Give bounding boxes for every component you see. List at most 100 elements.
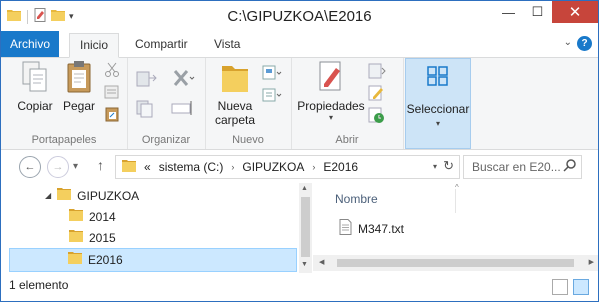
paste-label: Pegar bbox=[62, 99, 96, 113]
tab-file[interactable]: Archivo bbox=[1, 31, 60, 57]
easy-access-icon[interactable] bbox=[261, 86, 283, 107]
properties-button[interactable]: Propiedades ▾ bbox=[295, 60, 367, 122]
breadcrumb-e2016[interactable]: E2016 bbox=[323, 160, 358, 174]
minimize-button[interactable]: — bbox=[494, 1, 523, 23]
breadcrumb-gipuzkoa[interactable]: GIPUZKOA bbox=[242, 160, 304, 174]
scroll-left-icon[interactable]: ◀ bbox=[319, 258, 324, 266]
breadcrumb-overflow[interactable]: « bbox=[144, 160, 151, 174]
scroll-down-icon[interactable]: ▼ bbox=[301, 261, 308, 268]
search-placeholder: Buscar en E20... bbox=[472, 160, 561, 174]
content-scroll-thumb[interactable] bbox=[337, 259, 574, 267]
new-folder-button[interactable]: Nueva carpeta bbox=[211, 60, 259, 127]
forward-button[interactable]: → bbox=[47, 156, 69, 178]
tree-item-2014[interactable]: 2014 bbox=[69, 206, 116, 228]
window-controls: — ☐ ✕ bbox=[494, 1, 598, 23]
content-scrollbar[interactable]: ◀ ▶ bbox=[313, 255, 598, 271]
group-clipboard: Copiar Pegar Portapapeles bbox=[1, 58, 128, 149]
expanded-arrow-icon[interactable]: ◢ bbox=[45, 185, 51, 207]
arrow-right-icon: → bbox=[52, 161, 64, 173]
copy-icon bbox=[20, 61, 50, 97]
tab-view[interactable]: Vista bbox=[204, 33, 250, 56]
organize-group-label: Organizar bbox=[141, 134, 191, 146]
explorer-window: ▾ C:\GIPUZKOA\E2016 — ☐ ✕ Archivo Inicio… bbox=[0, 0, 599, 302]
list-item[interactable]: M347.txt bbox=[339, 219, 404, 238]
details-view-icon[interactable] bbox=[552, 279, 568, 295]
edit-icon[interactable] bbox=[367, 84, 387, 105]
new-folder-label-1: Nueva bbox=[217, 99, 253, 113]
chevron-right-icon[interactable]: › bbox=[312, 162, 315, 172]
ribbon-expand-icon[interactable]: ⌄ bbox=[564, 37, 572, 48]
breadcrumb-drive[interactable]: sistema (C:) bbox=[159, 160, 224, 174]
new-item-icon[interactable] bbox=[261, 64, 283, 85]
folder-icon bbox=[57, 185, 72, 207]
copy-button[interactable]: Copiar bbox=[15, 60, 55, 113]
delete-icon[interactable] bbox=[171, 68, 195, 91]
column-header-name[interactable]: Nombre bbox=[335, 192, 378, 206]
group-open: Propiedades ▾ Abrir bbox=[291, 58, 404, 149]
up-arrow-icon[interactable]: ↑ bbox=[97, 157, 104, 173]
file-list: ^ Nombre M347.txt ◀ ▶ bbox=[313, 183, 598, 273]
copy-label: Copiar bbox=[17, 99, 53, 113]
column-divider[interactable] bbox=[455, 189, 456, 213]
open-icon[interactable] bbox=[367, 62, 387, 83]
large-icons-view-icon[interactable] bbox=[573, 279, 589, 295]
scroll-up-icon[interactable]: ▲ bbox=[301, 185, 308, 192]
tree-scroll-thumb[interactable] bbox=[301, 197, 310, 257]
select-dropdown-icon: ▾ bbox=[435, 119, 440, 128]
folder-icon bbox=[69, 227, 83, 249]
chevron-right-icon[interactable]: › bbox=[231, 162, 234, 172]
paste-shortcut-icon[interactable] bbox=[104, 106, 120, 125]
close-button[interactable]: ✕ bbox=[552, 1, 598, 23]
paste-button[interactable]: Pegar bbox=[59, 60, 99, 113]
status-text: 1 elemento bbox=[9, 278, 69, 292]
tab-home[interactable]: Inicio bbox=[69, 33, 120, 58]
recent-locations-icon[interactable]: ▾ bbox=[73, 161, 78, 172]
tree-scrollbar[interactable]: ▲ ▼ bbox=[299, 183, 312, 273]
arrow-left-icon: ← bbox=[24, 161, 36, 173]
folder-icon bbox=[122, 159, 136, 175]
address-history-icon[interactable]: ▾ bbox=[433, 162, 437, 171]
clipboard-group-label: Portapapeles bbox=[31, 134, 97, 146]
back-button[interactable]: ← bbox=[19, 156, 41, 178]
maximize-button[interactable]: ☐ bbox=[523, 1, 552, 23]
navigation-pane: ◢ GIPUZKOA 2014 2015 E2016 ▲ ▼ bbox=[1, 183, 313, 273]
history-icon[interactable] bbox=[367, 106, 387, 127]
ribbon-tabs: Archivo Inicio Compartir Vista ⌄ ? bbox=[1, 31, 598, 58]
new-folder-label-2: carpeta bbox=[214, 113, 256, 127]
move-to-icon[interactable] bbox=[135, 68, 159, 91]
tab-share[interactable]: Compartir bbox=[125, 33, 198, 56]
search-box[interactable]: Buscar en E20... bbox=[463, 155, 582, 179]
refresh-icon[interactable]: ↻ bbox=[443, 158, 454, 174]
copy-to-icon[interactable] bbox=[135, 98, 159, 121]
tree-item-label: 2014 bbox=[89, 210, 116, 224]
tree-item-label: 2015 bbox=[89, 231, 116, 245]
search-icon[interactable] bbox=[563, 158, 577, 175]
breadcrumb: « sistema (C:) › GIPUZKOA › E2016 bbox=[122, 159, 358, 175]
scroll-right-icon[interactable]: ▶ bbox=[589, 258, 594, 266]
new-folder-icon bbox=[219, 66, 251, 97]
tree-item-2015[interactable]: 2015 bbox=[69, 227, 116, 249]
cut-icon[interactable] bbox=[104, 62, 120, 81]
select-label: Seleccionar bbox=[406, 102, 470, 116]
address-bar[interactable]: « sistema (C:) › GIPUZKOA › E2016 ▾ ↻ bbox=[115, 155, 460, 179]
help-button[interactable]: ? bbox=[577, 36, 592, 51]
tree-item-e2016[interactable]: E2016 bbox=[9, 248, 297, 272]
navigation-bar: ← → ▾ ↑ « sistema (C:) › GIPUZKOA › E201… bbox=[1, 150, 598, 183]
tree-item-label: E2016 bbox=[88, 253, 123, 267]
group-organize: Organizar bbox=[127, 58, 206, 149]
select-grid-icon bbox=[426, 65, 450, 90]
open-group-label: Abrir bbox=[335, 134, 359, 146]
new-group-label: Nuevo bbox=[232, 134, 264, 146]
group-new: Nueva carpeta Nuevo bbox=[205, 58, 292, 149]
clipboard-icon bbox=[64, 61, 94, 97]
status-bar: 1 elemento bbox=[1, 273, 598, 301]
properties-label: Propiedades bbox=[297, 99, 365, 113]
ribbon: Copiar Pegar Portapapeles Organizar Nuev… bbox=[1, 58, 598, 150]
properties-icon bbox=[316, 61, 346, 97]
tree-item-gipuzkoa[interactable]: ◢ GIPUZKOA bbox=[45, 185, 139, 207]
rename-icon[interactable] bbox=[171, 98, 195, 121]
file-name: M347.txt bbox=[358, 221, 405, 236]
text-file-icon bbox=[339, 219, 352, 238]
select-button[interactable]: Seleccionar ▾ bbox=[405, 58, 471, 149]
copy-path-icon[interactable] bbox=[104, 84, 120, 103]
